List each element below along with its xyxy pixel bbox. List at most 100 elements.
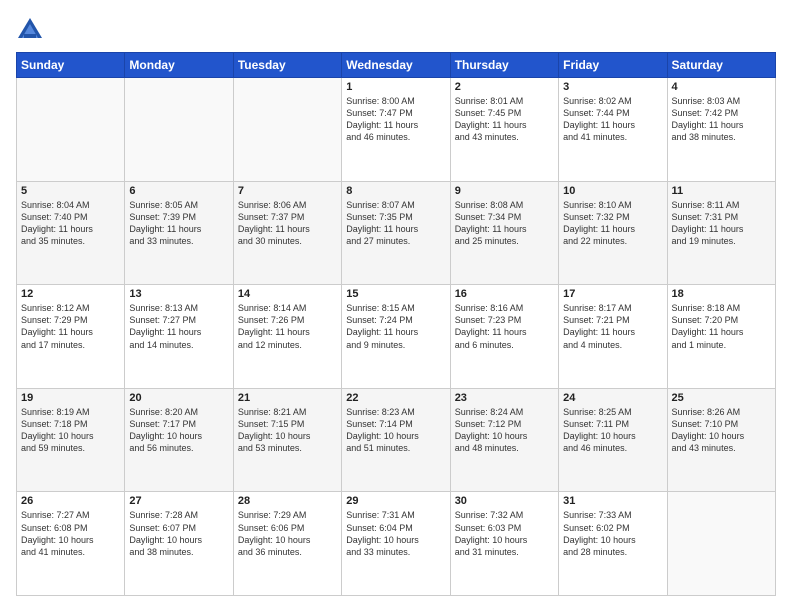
calendar-cell: 4 Sunrise: 8:03 AM Sunset: 7:42 PM Daylig…	[667, 78, 775, 182]
calendar-cell	[125, 78, 233, 182]
day-number: 19	[21, 392, 120, 404]
day-info: Sunrise: 8:07 AM Sunset: 7:35 PM Dayligh…	[346, 199, 445, 248]
calendar-cell: 13 Sunrise: 8:13 AM Sunset: 7:27 PM Dayli…	[125, 285, 233, 389]
calendar-cell: 17Sunrise: 8:17 AM Sunset: 7:21 PM Dayli…	[559, 285, 667, 389]
day-number: 11	[672, 185, 771, 197]
day-info: Sunrise: 7:29 AM Sunset: 6:06 PM Dayligh…	[238, 509, 337, 558]
day-info: Sunrise: 8:20 AM Sunset: 7:17 PM Dayligh…	[129, 406, 228, 455]
day-info: Sunrise: 8:23 AM Sunset: 7:14 PM Dayligh…	[346, 406, 445, 455]
day-number: 13	[129, 288, 228, 300]
day-number: 14	[238, 288, 337, 300]
calendar-cell: 7 Sunrise: 8:06 AM Sunset: 7:37 PM Daylig…	[233, 181, 341, 285]
calendar-cell: 31 Sunrise: 7:33 AM Sunset: 6:02 PM Dayli…	[559, 492, 667, 596]
page: SundayMondayTuesdayWednesdayThursdayFrid…	[0, 0, 792, 612]
day-info: Sunrise: 8:25 AM Sunset: 7:11 PM Dayligh…	[563, 406, 662, 455]
calendar-cell: 20 Sunrise: 8:20 AM Sunset: 7:17 PM Dayli…	[125, 388, 233, 492]
day-info: Sunrise: 8:12 AM Sunset: 7:29 PM Dayligh…	[21, 302, 120, 351]
day-info: Sunrise: 8:04 AM Sunset: 7:40 PM Dayligh…	[21, 199, 120, 248]
day-info: Sunrise: 8:11 AM Sunset: 7:31 PM Dayligh…	[672, 199, 771, 248]
day-number: 30	[455, 495, 554, 507]
calendar-header-row: SundayMondayTuesdayWednesdayThursdayFrid…	[17, 53, 776, 78]
calendar-cell: 10 Sunrise: 8:10 AM Sunset: 7:32 PM Dayli…	[559, 181, 667, 285]
calendar-cell: 18Sunrise: 8:18 AM Sunset: 7:20 PM Dayli…	[667, 285, 775, 389]
calendar-cell: 24 Sunrise: 8:25 AM Sunset: 7:11 PM Dayli…	[559, 388, 667, 492]
calendar-week-1: 1 Sunrise: 8:00 AM Sunset: 7:47 PM Daylig…	[17, 78, 776, 182]
day-number: 27	[129, 495, 228, 507]
calendar-cell: 9Sunrise: 8:08 AM Sunset: 7:34 PM Daylig…	[450, 181, 558, 285]
day-info: Sunrise: 8:15 AM Sunset: 7:24 PM Dayligh…	[346, 302, 445, 351]
day-info: Sunrise: 8:17 AM Sunset: 7:21 PM Dayligh…	[563, 302, 662, 351]
day-number: 28	[238, 495, 337, 507]
calendar-cell: 29 Sunrise: 7:31 AM Sunset: 6:04 PM Dayli…	[342, 492, 450, 596]
day-info: Sunrise: 7:31 AM Sunset: 6:04 PM Dayligh…	[346, 509, 445, 558]
calendar-cell: 12 Sunrise: 8:12 AM Sunset: 7:29 PM Dayli…	[17, 285, 125, 389]
day-number: 15	[346, 288, 445, 300]
weekday-header-saturday: Saturday	[667, 53, 775, 78]
day-info: Sunrise: 7:32 AM Sunset: 6:03 PM Dayligh…	[455, 509, 554, 558]
calendar-cell	[667, 492, 775, 596]
calendar-cell: 15 Sunrise: 8:15 AM Sunset: 7:24 PM Dayli…	[342, 285, 450, 389]
day-number: 26	[21, 495, 120, 507]
day-number: 23	[455, 392, 554, 404]
calendar-cell: 6 Sunrise: 8:05 AM Sunset: 7:39 PM Daylig…	[125, 181, 233, 285]
day-number: 10	[563, 185, 662, 197]
calendar-cell: 25Sunrise: 8:26 AM Sunset: 7:10 PM Dayli…	[667, 388, 775, 492]
day-number: 2	[455, 81, 554, 93]
day-number: 31	[563, 495, 662, 507]
calendar-cell: 19 Sunrise: 8:19 AM Sunset: 7:18 PM Dayli…	[17, 388, 125, 492]
day-info: Sunrise: 7:33 AM Sunset: 6:02 PM Dayligh…	[563, 509, 662, 558]
calendar-cell	[233, 78, 341, 182]
calendar-week-2: 5 Sunrise: 8:04 AM Sunset: 7:40 PM Daylig…	[17, 181, 776, 285]
day-info: Sunrise: 7:27 AM Sunset: 6:08 PM Dayligh…	[21, 509, 120, 558]
day-info: Sunrise: 8:10 AM Sunset: 7:32 PM Dayligh…	[563, 199, 662, 248]
day-number: 7	[238, 185, 337, 197]
day-number: 8	[346, 185, 445, 197]
weekday-header-wednesday: Wednesday	[342, 53, 450, 78]
day-number: 21	[238, 392, 337, 404]
day-number: 20	[129, 392, 228, 404]
calendar-week-3: 12 Sunrise: 8:12 AM Sunset: 7:29 PM Dayli…	[17, 285, 776, 389]
day-info: Sunrise: 8:03 AM Sunset: 7:42 PM Dayligh…	[672, 95, 771, 144]
calendar-cell: 11 Sunrise: 8:11 AM Sunset: 7:31 PM Dayli…	[667, 181, 775, 285]
day-number: 22	[346, 392, 445, 404]
day-info: Sunrise: 8:06 AM Sunset: 7:37 PM Dayligh…	[238, 199, 337, 248]
calendar-cell	[17, 78, 125, 182]
calendar-table: SundayMondayTuesdayWednesdayThursdayFrid…	[16, 52, 776, 596]
weekday-header-sunday: Sunday	[17, 53, 125, 78]
day-number: 24	[563, 392, 662, 404]
calendar-cell: 2 Sunrise: 8:01 AM Sunset: 7:45 PM Daylig…	[450, 78, 558, 182]
weekday-header-thursday: Thursday	[450, 53, 558, 78]
calendar-cell: 3Sunrise: 8:02 AM Sunset: 7:44 PM Daylig…	[559, 78, 667, 182]
day-number: 4	[672, 81, 771, 93]
calendar-cell: 21Sunrise: 8:21 AM Sunset: 7:15 PM Dayli…	[233, 388, 341, 492]
day-info: Sunrise: 7:28 AM Sunset: 6:07 PM Dayligh…	[129, 509, 228, 558]
day-number: 29	[346, 495, 445, 507]
calendar-cell: 5 Sunrise: 8:04 AM Sunset: 7:40 PM Daylig…	[17, 181, 125, 285]
day-number: 16	[455, 288, 554, 300]
day-number: 25	[672, 392, 771, 404]
day-info: Sunrise: 8:14 AM Sunset: 7:26 PM Dayligh…	[238, 302, 337, 351]
day-number: 1	[346, 81, 445, 93]
day-info: Sunrise: 8:01 AM Sunset: 7:45 PM Dayligh…	[455, 95, 554, 144]
weekday-header-friday: Friday	[559, 53, 667, 78]
day-info: Sunrise: 8:05 AM Sunset: 7:39 PM Dayligh…	[129, 199, 228, 248]
weekday-header-tuesday: Tuesday	[233, 53, 341, 78]
day-number: 5	[21, 185, 120, 197]
calendar-cell: 1 Sunrise: 8:00 AM Sunset: 7:47 PM Daylig…	[342, 78, 450, 182]
calendar-cell: 8 Sunrise: 8:07 AM Sunset: 7:35 PM Daylig…	[342, 181, 450, 285]
day-number: 12	[21, 288, 120, 300]
calendar-cell: 27 Sunrise: 7:28 AM Sunset: 6:07 PM Dayli…	[125, 492, 233, 596]
calendar-cell: 16 Sunrise: 8:16 AM Sunset: 7:23 PM Dayli…	[450, 285, 558, 389]
calendar-cell: 28 Sunrise: 7:29 AM Sunset: 6:06 PM Dayli…	[233, 492, 341, 596]
day-number: 9	[455, 185, 554, 197]
day-info: Sunrise: 8:16 AM Sunset: 7:23 PM Dayligh…	[455, 302, 554, 351]
day-number: 18	[672, 288, 771, 300]
weekday-header-monday: Monday	[125, 53, 233, 78]
day-info: Sunrise: 8:13 AM Sunset: 7:27 PM Dayligh…	[129, 302, 228, 351]
day-number: 6	[129, 185, 228, 197]
day-info: Sunrise: 8:19 AM Sunset: 7:18 PM Dayligh…	[21, 406, 120, 455]
calendar-cell: 22 Sunrise: 8:23 AM Sunset: 7:14 PM Dayli…	[342, 388, 450, 492]
day-info: Sunrise: 8:00 AM Sunset: 7:47 PM Dayligh…	[346, 95, 445, 144]
calendar-cell: 14 Sunrise: 8:14 AM Sunset: 7:26 PM Dayli…	[233, 285, 341, 389]
day-number: 3	[563, 81, 662, 93]
